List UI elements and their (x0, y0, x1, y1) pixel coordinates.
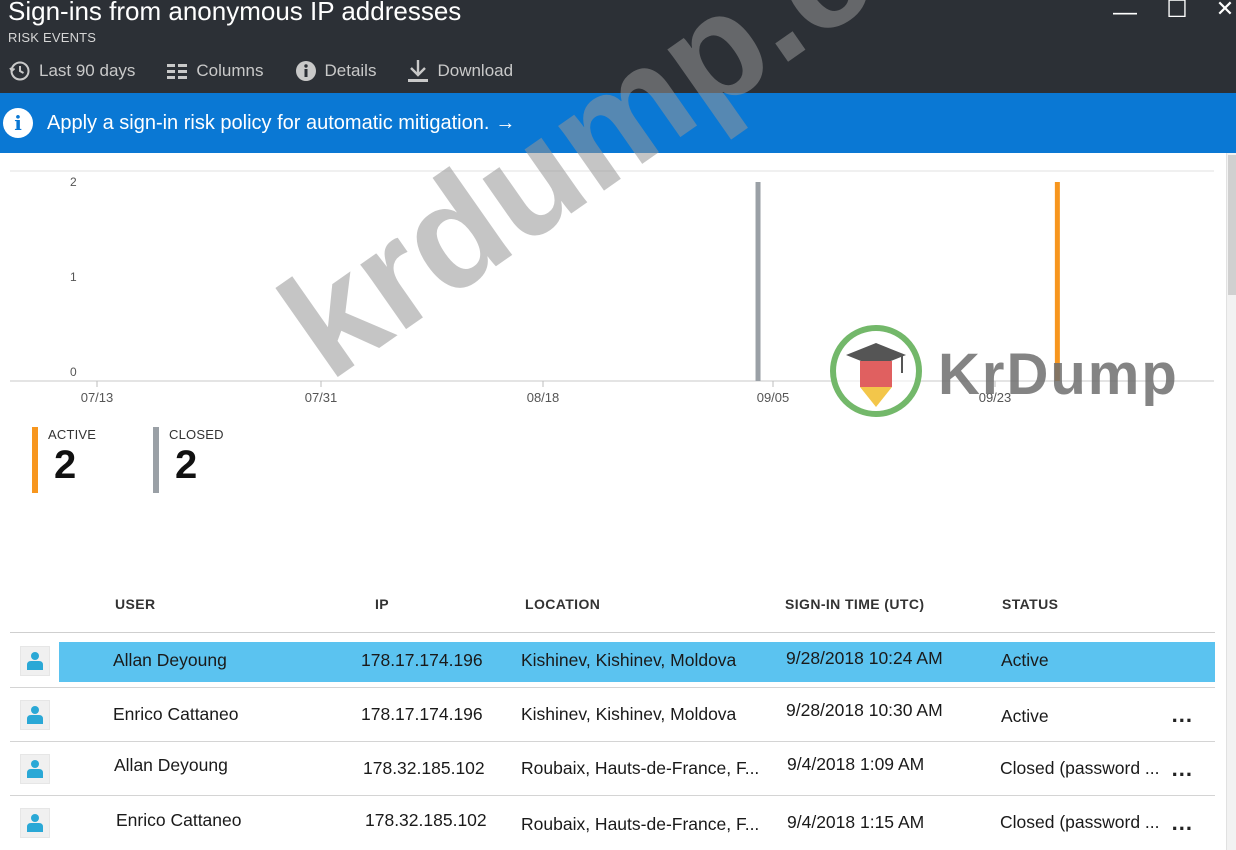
page-title: Sign-ins from anonymous IP addresses (8, 0, 462, 26)
cell-ip: 178.17.174.196 (361, 650, 483, 670)
info-circle-icon: i (3, 108, 33, 138)
history-icon (8, 59, 32, 83)
more-options-button[interactable]: ... (1172, 702, 1193, 728)
y-tick-label: 2 (70, 175, 77, 189)
x-tick-label: 07/13 (81, 390, 114, 405)
scrollbar-thumb[interactable] (1228, 155, 1236, 295)
cell-user[interactable]: Enrico Cattaneo (113, 704, 239, 725)
cell-user[interactable]: Allan Deyoung (113, 650, 227, 671)
download-button[interactable]: Download (406, 59, 513, 83)
bar-closed[interactable] (755, 182, 761, 381)
cell-ip: 178.17.174.196 (361, 704, 483, 724)
table-header: USER IP LOCATION SIGN-IN TIME (UTC) STAT… (10, 590, 1215, 630)
download-icon (406, 59, 430, 83)
cell-sign-in-time: 9/4/2018 1:09 AM (787, 754, 925, 774)
risk-events-chart: 0 1 2 07/13 07/31 08/18 09/05 09/23 (0, 160, 1226, 420)
cell-status: Closed (password ... (1000, 758, 1160, 778)
last-90-days-button[interactable]: Last 90 days (8, 59, 135, 83)
active-color-bar (32, 427, 38, 493)
closed-color-bar (153, 427, 159, 493)
column-header-status[interactable]: STATUS (1002, 596, 1058, 612)
bar-active[interactable] (1054, 182, 1060, 381)
cell-sign-in-time: 9/28/2018 10:24 AM (786, 648, 943, 668)
details-button[interactable]: Details (294, 59, 377, 83)
columns-button[interactable]: Columns (165, 59, 264, 83)
download-label: Download (437, 61, 514, 80)
page-subtitle: RISK EVENTS (8, 30, 97, 45)
x-tick-label: 07/31 (305, 390, 338, 405)
cell-user[interactable]: Allan Deyoung (114, 755, 228, 776)
maximize-button[interactable]: ☐ (1160, 0, 1194, 24)
column-header-sign-in-time[interactable]: SIGN-IN TIME (UTC) (785, 596, 924, 612)
table-row[interactable]: Allan Deyoung 178.17.174.196 Kishinev, K… (10, 634, 1215, 688)
cell-location: Roubaix, Hauts-de-France, F... (521, 814, 760, 834)
arrow-right-icon: → (495, 111, 516, 134)
more-options-button[interactable]: ... (1172, 810, 1193, 836)
active-count: 2 (54, 443, 77, 487)
cell-location: Kishinev, Kishinev, Moldova (521, 650, 737, 670)
vertical-scrollbar[interactable] (1226, 153, 1236, 850)
user-icon (20, 754, 50, 784)
active-label: ACTIVE (48, 427, 97, 442)
column-header-ip[interactable]: IP (375, 596, 389, 612)
last-90-days-label: Last 90 days (39, 61, 136, 80)
columns-icon (165, 59, 189, 83)
table-row[interactable]: Enrico Cattaneo 178.17.174.196 Kishinev,… (10, 688, 1215, 742)
cell-sign-in-time: 9/28/2018 10:30 AM (786, 700, 943, 720)
column-header-location[interactable]: LOCATION (525, 596, 600, 612)
cell-status: Active (1001, 706, 1049, 726)
more-options-button[interactable]: ... (1172, 756, 1193, 782)
close-button[interactable]: ✕ (1208, 0, 1236, 24)
user-icon (20, 808, 50, 838)
columns-label: Columns (196, 61, 264, 80)
cell-ip: 178.32.185.102 (365, 810, 487, 830)
column-header-user[interactable]: USER (115, 596, 156, 612)
chart-svg: 0 1 2 07/13 07/31 08/18 09/05 09/23 (10, 170, 1214, 405)
cell-location: Roubaix, Hauts-de-France, F... (521, 758, 760, 778)
table-row[interactable]: Enrico Cattaneo 178.32.185.102 Roubaix, … (10, 796, 1215, 850)
y-tick-label: 0 (70, 365, 77, 379)
x-tick-label: 09/05 (757, 390, 790, 405)
user-icon (20, 646, 50, 676)
details-label: Details (324, 61, 377, 80)
closed-count: 2 (175, 443, 198, 487)
table-row[interactable]: Allan Deyoung 178.32.185.102 Roubaix, Ha… (10, 742, 1215, 796)
user-icon (20, 700, 50, 730)
cell-sign-in-time: 9/4/2018 1:15 AM (787, 812, 925, 832)
cell-location: Kishinev, Kishinev, Moldova (521, 704, 737, 724)
toolbar: Last 90 days Columns Details Download (8, 58, 543, 84)
closed-label: CLOSED (169, 427, 224, 442)
cell-user[interactable]: Enrico Cattaneo (116, 810, 242, 831)
minimize-button[interactable]: — (1108, 0, 1142, 28)
table-header-divider (10, 632, 1215, 633)
cell-status: Active (1001, 650, 1049, 670)
cell-ip: 178.32.185.102 (363, 758, 485, 778)
x-tick-label: 09/23 (979, 390, 1012, 405)
y-tick-label: 1 (70, 270, 77, 284)
info-icon (294, 59, 318, 83)
cell-status: Closed (password ... (1000, 812, 1160, 832)
risk-policy-banner[interactable]: i Apply a sign-in risk policy for automa… (0, 93, 1236, 153)
banner-text: Apply a sign-in risk policy for automati… (47, 111, 490, 134)
x-tick-label: 08/18 (527, 390, 560, 405)
blade-header: Sign-ins from anonymous IP addresses RIS… (0, 0, 1236, 93)
